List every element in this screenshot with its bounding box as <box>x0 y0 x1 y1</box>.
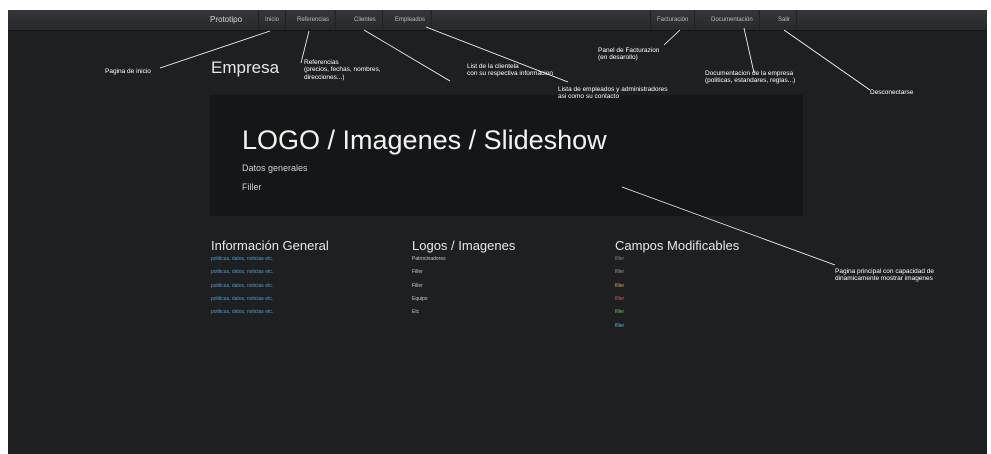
campos-item[interactable]: filler <box>615 296 624 302</box>
logos-item[interactable]: Filler <box>412 283 423 289</box>
hero-general-data: Datos generales <box>242 163 308 173</box>
info-link[interactable]: politicas, datos, noticias etc. <box>211 309 273 315</box>
nav-referencias[interactable]: Referencias <box>291 10 337 30</box>
nav-documentacion[interactable]: Documentación <box>705 10 760 30</box>
page-title: Empresa <box>211 58 280 77</box>
top-navbar: Prototipo Inicio Referencias Clientes Em… <box>8 10 987 31</box>
info-general-title: Información General <box>211 238 329 253</box>
nav-clientes[interactable]: Clientes <box>348 10 383 30</box>
campos-item[interactable]: filler <box>615 269 624 275</box>
campos-modificables-title: Campos Modificables <box>615 238 740 253</box>
nav-empleados[interactable]: Empleados <box>389 10 433 30</box>
info-link[interactable]: politicas, datos, noticias etc. <box>211 269 273 275</box>
annotation-empleados: Lista de empleados y administradores asi… <box>558 86 668 101</box>
hero-slideshow: LOGO / Imagenes / Slideshow Datos genera… <box>210 95 803 216</box>
annotation-facturacion: Panel de Facturazion (en desarollo) <box>598 47 660 62</box>
annotation-documentacion: Documentacion de la empresa (politicas, … <box>705 70 796 85</box>
campos-item[interactable]: filler <box>615 283 624 289</box>
annotation-line-documentacion <box>743 27 755 74</box>
annotation-line-salir <box>783 29 871 91</box>
hero-title: LOGO / Imagenes / Slideshow <box>242 125 607 155</box>
logos-item[interactable]: Filler <box>412 269 423 275</box>
annotation-salir: Desconectarse <box>870 89 914 96</box>
hero-filler: Filler <box>242 182 262 192</box>
annotation-principal: Pagina principal con capacidad de dinami… <box>835 268 935 283</box>
campos-item[interactable]: filler <box>615 323 624 329</box>
annotation-referencias: Referencias (precios, fechas, nombres, d… <box>304 59 381 81</box>
nav-facturacion[interactable]: Facturación <box>650 10 696 30</box>
annotation-line-facturacion <box>663 29 681 46</box>
info-link[interactable]: politicas, datos, noticias etc. <box>211 296 273 302</box>
campos-item[interactable]: filler <box>615 256 624 262</box>
logos-imagenes-title: Logos / Imagenes <box>412 238 516 253</box>
nav-salir[interactable]: Salir <box>772 10 798 30</box>
info-link[interactable]: politicas, datos, noticias etc. <box>211 283 273 289</box>
campos-item[interactable]: filler <box>615 309 624 315</box>
nav-inicio[interactable]: Inicio <box>258 10 287 30</box>
logos-item[interactable]: Etc <box>412 309 419 315</box>
annotation-inicio: Pagina de inicio <box>105 68 151 75</box>
info-link[interactable]: politicas, datos, noticias etc. <box>211 256 273 262</box>
annotation-clientes: List de la clientela con su respectiva i… <box>467 63 553 78</box>
logos-item[interactable]: Equipo <box>412 296 428 302</box>
app-window: Prototipo Inicio Referencias Clientes Em… <box>8 10 987 454</box>
logos-item[interactable]: Patrocinadores <box>412 256 446 262</box>
brand-link[interactable]: Prototipo <box>210 10 242 30</box>
